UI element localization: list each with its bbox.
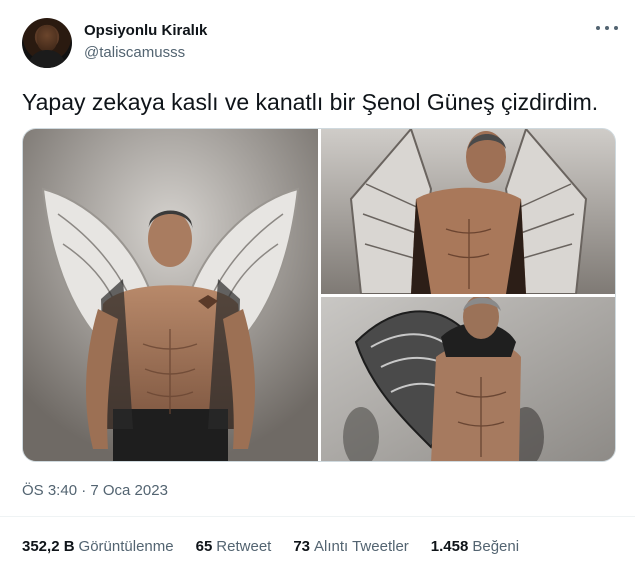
media-image-1[interactable] xyxy=(23,129,318,461)
tweet-timestamp[interactable]: ÖS 3:40 · 7 Oca 2023 xyxy=(22,482,168,499)
views-count: 352,2 B xyxy=(22,538,75,555)
tweet-card: Opsiyonlu Kiralık @taliscamusss Yapay ze… xyxy=(0,0,635,575)
author-name[interactable]: Opsiyonlu Kiralık xyxy=(84,22,207,39)
avatar[interactable] xyxy=(22,18,72,68)
likes-count: 1.458 xyxy=(430,538,469,555)
views-label: Görüntülenme xyxy=(78,538,174,555)
author-handle[interactable]: @taliscamusss xyxy=(84,44,185,61)
quotes-stat[interactable]: 73 Alıntı Tweetler xyxy=(293,538,408,555)
likes-label: Beğeni xyxy=(472,538,520,555)
more-dots-icon[interactable] xyxy=(596,21,618,35)
views-stat[interactable]: 352,2 B Görüntülenme xyxy=(22,538,174,555)
media-grid xyxy=(22,128,616,462)
media-image-2[interactable] xyxy=(321,129,615,294)
tweet-stats: 352,2 B Görüntülenme 65 Retweet 73 Alıntı T… xyxy=(22,538,519,555)
quotes-label: Alıntı Tweetler xyxy=(314,538,409,555)
quotes-count: 73 xyxy=(293,538,311,555)
tweet-text: Yapay zekaya kaslı ve kanatlı bir Şenol … xyxy=(22,89,599,115)
retweets-label: Retweet xyxy=(216,538,272,555)
media-image-3[interactable] xyxy=(321,297,615,461)
divider xyxy=(0,516,635,517)
retweets-stat[interactable]: 65 Retweet xyxy=(196,538,272,555)
likes-stat[interactable]: 1.458 Beğeni xyxy=(431,538,519,555)
retweets-count: 65 xyxy=(195,538,213,555)
